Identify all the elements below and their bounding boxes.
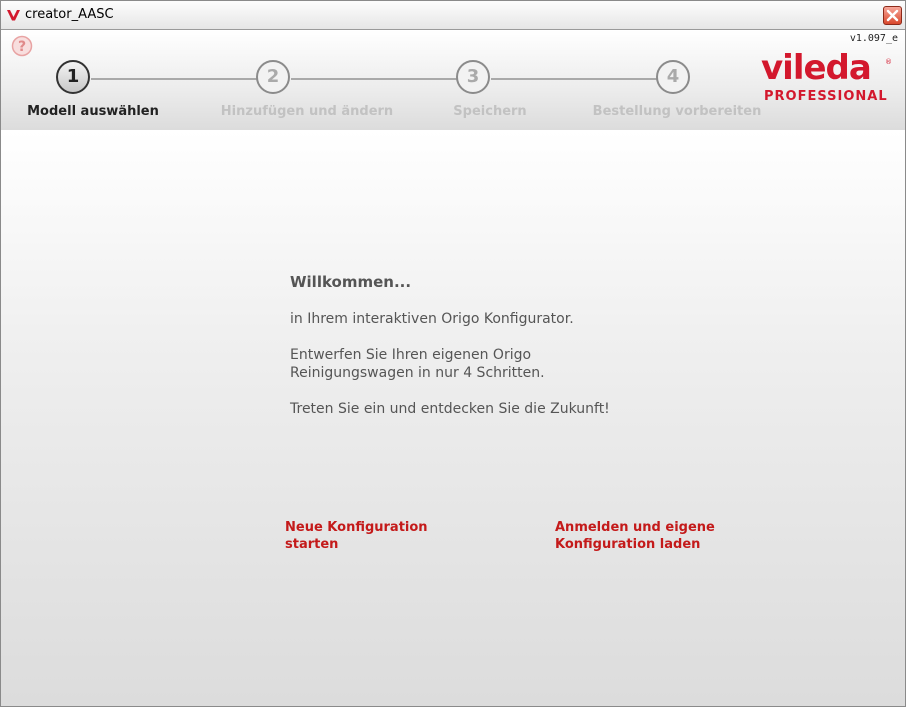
vileda-v-icon [7,10,20,21]
wizard-header: ? v1.097_e 1 2 3 4 Modell auswählen Hinz… [1,30,905,130]
close-button[interactable] [883,6,902,25]
welcome-panel: Willkommen... in Ihrem interaktiven Orig… [1,130,905,706]
app-window: creator_AASC ? v1.097_e 1 2 3 4 Modell a… [0,0,906,707]
new-configuration-line2: starten [285,537,339,552]
step-3-circle[interactable]: 3 [456,60,490,94]
help-icon[interactable]: ? [11,35,33,57]
close-icon [886,9,899,22]
step-1-label[interactable]: Modell auswählen [27,104,159,119]
login-line2: Konfiguration laden [555,537,701,552]
login-load-configuration-link[interactable]: Anmelden und eigene Konfiguration laden [555,519,715,553]
design-text-line2: Reinigungswagen in nur 4 Schritten. [290,365,545,381]
svg-text:?: ? [18,39,26,55]
step-1-circle[interactable]: 1 [56,60,90,94]
step-2-circle[interactable]: 2 [256,60,290,94]
step-2-label[interactable]: Hinzufügen und ändern [221,104,393,119]
title-bar[interactable]: creator_AASC [1,1,905,30]
step-4-circle[interactable]: 4 [656,60,690,94]
new-configuration-line1: Neue Konfiguration [285,520,428,535]
logo-brand: vileda [761,48,872,88]
step-4-label[interactable]: Bestellung vorbereiten [593,104,762,119]
step-connector [491,78,657,80]
login-line1: Anmelden und eigene [555,520,715,535]
version-label: v1.097_e [849,33,898,44]
vileda-logo: vileda ® PROFESSIONAL [759,48,895,106]
step-3-label[interactable]: Speichern [453,104,526,119]
new-configuration-link[interactable]: Neue Konfiguration starten [285,519,445,553]
welcome-title: Willkommen... [290,273,412,291]
window-title: creator_AASC [25,7,114,22]
intro-text: in Ihrem interaktiven Origo Konfigurator… [290,311,574,327]
step-connector [291,78,457,80]
logo-registered: ® [885,58,892,66]
step-connector [91,78,257,80]
design-text-line1: Entwerfen Sie Ihren eigenen Origo [290,347,532,363]
logo-subtitle: PROFESSIONAL [764,89,888,104]
invite-text: Treten Sie ein und entdecken Sie die Zuk… [290,401,610,417]
